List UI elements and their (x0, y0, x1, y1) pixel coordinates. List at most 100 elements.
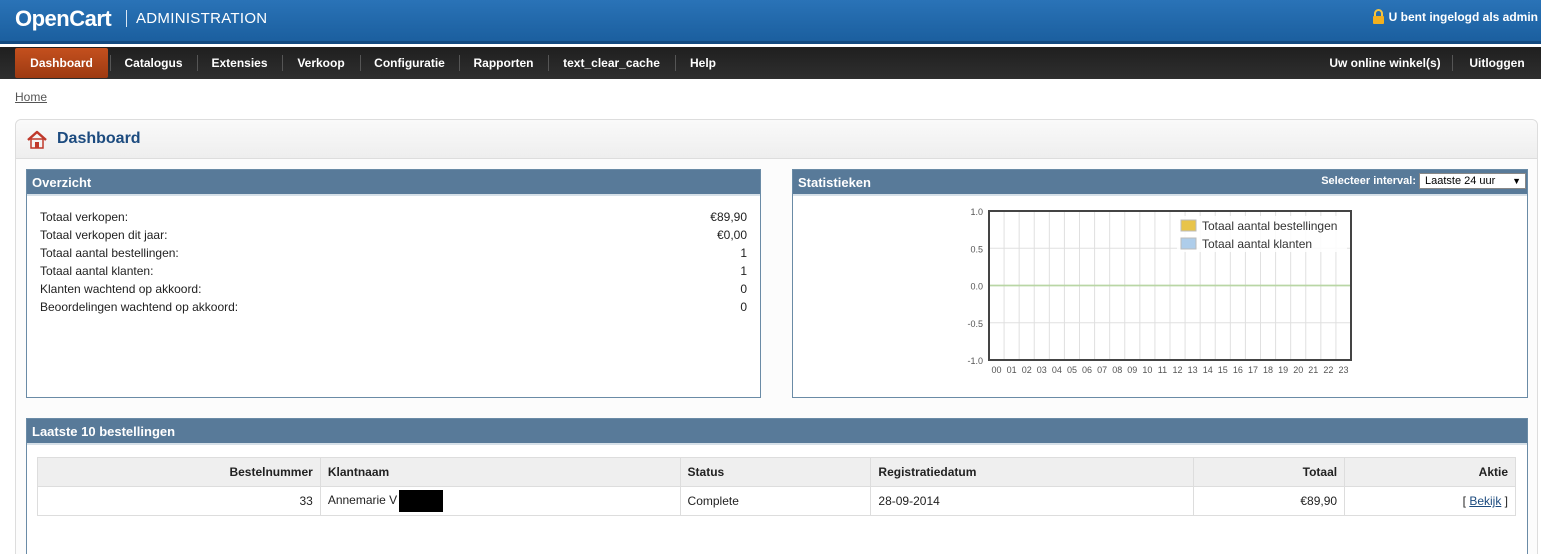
x-tick-label: 11 (1158, 365, 1167, 375)
order-total: €89,90 (1193, 486, 1346, 516)
overview-value: €0,00 (716, 228, 747, 242)
x-tick-label: 23 (1338, 365, 1348, 375)
lock-icon (1372, 9, 1384, 24)
x-tick-label: 17 (1248, 365, 1258, 375)
overview-panel: Overzicht Totaal verkopen: €89,90 Totaal… (26, 169, 761, 398)
order-status: Complete (679, 486, 872, 516)
home-icon (27, 130, 47, 149)
x-tick-label: 04 (1052, 365, 1062, 375)
y-tick-label: -1.0 (967, 356, 983, 366)
x-tick-label: 08 (1112, 365, 1122, 375)
overview-label: Beoordelingen wachtend op akkoord: (40, 300, 239, 314)
menu-divider (110, 55, 111, 71)
orders-table: Bestelnummer Klantnaam Status Registrati… (37, 457, 1516, 516)
menu-clear-cache[interactable]: text_clear_cache (550, 48, 673, 78)
column-header-date[interactable]: Registratiedatum (870, 457, 1195, 487)
dashboard-box: Dashboard Overzicht Totaal verkopen: €89… (15, 119, 1538, 554)
x-tick-label: 12 (1173, 365, 1183, 375)
x-tick-label: 19 (1278, 365, 1288, 375)
menu-verkoop[interactable]: Verkoop (284, 48, 358, 78)
x-tick-label: 20 (1293, 365, 1303, 375)
table-row: 33 Annemarie V Complete 28-09-2014 €89,9… (37, 486, 1516, 516)
logo[interactable]: OpenCart (15, 6, 112, 32)
x-tick-label: 02 (1022, 365, 1032, 375)
overview-title: Overzicht (27, 170, 760, 196)
menu-divider (548, 55, 549, 71)
table-header-row: Bestelnummer Klantnaam Status Registrati… (37, 457, 1516, 487)
order-date: 28-09-2014 (870, 486, 1195, 516)
admin-subtitle: ADMINISTRATION (136, 10, 268, 27)
overview-label: Klanten wachtend op akkoord: (40, 282, 202, 296)
column-header-order-id[interactable]: Bestelnummer (37, 457, 321, 487)
action-cell: [ Bekijk ] (1344, 486, 1516, 516)
overview-value: €89,90 (710, 210, 747, 224)
orders-title: Laatste 10 bestellingen (27, 419, 1527, 445)
menu-divider (282, 55, 283, 71)
view-order-link[interactable]: Bekijk (1469, 494, 1501, 508)
main-menu: Dashboard Catalogus Extensies Verkoop Co… (0, 47, 1541, 79)
logo-divider (126, 10, 127, 27)
x-tick-label: 16 (1233, 365, 1243, 375)
menu-catalogus[interactable]: Catalogus (112, 48, 195, 78)
legend-swatch (1180, 237, 1197, 250)
menu-divider (1452, 55, 1453, 71)
overview-label: Totaal verkopen: (40, 210, 129, 224)
menu-divider (197, 55, 198, 71)
x-tick-label: 03 (1037, 365, 1047, 375)
menu-divider (459, 55, 460, 71)
x-tick-label: 22 (1323, 365, 1333, 375)
x-tick-label: 18 (1263, 365, 1273, 375)
customer-name: Annemarie V (327, 493, 398, 508)
page-title: Dashboard (57, 130, 141, 147)
redaction-box (399, 490, 444, 512)
customer-cell: Annemarie V (319, 486, 681, 516)
overview-label: Totaal verkopen dit jaar: (40, 228, 168, 242)
legend-label: Totaal aantal klanten (1202, 237, 1312, 251)
menu-logout[interactable]: Uitloggen (1458, 48, 1536, 78)
orders-panel: Laatste 10 bestellingen Bestelnummer Kla… (26, 418, 1528, 554)
overview-value: 0 (740, 300, 747, 314)
legend-label: Totaal aantal bestellingen (1202, 219, 1337, 233)
x-tick-label: 05 (1067, 365, 1077, 375)
overview-label: Totaal aantal bestellingen: (40, 246, 179, 260)
login-text: U bent ingelogd als admin (1388, 9, 1538, 24)
overview-value: 0 (740, 282, 747, 296)
x-tick-label: 13 (1188, 365, 1198, 375)
column-header-action: Aktie (1344, 457, 1516, 487)
dashboard-heading: Dashboard (16, 120, 1537, 159)
y-tick-label: 1.0 (970, 207, 983, 217)
x-tick-label: 21 (1308, 365, 1318, 375)
x-tick-label: 14 (1203, 365, 1213, 375)
menu-extensies[interactable]: Extensies (199, 48, 280, 78)
menu-dashboard[interactable]: Dashboard (15, 48, 108, 78)
legend-swatch (1180, 219, 1197, 232)
breadcrumb-home[interactable]: Home (15, 90, 47, 104)
header: OpenCart ADMINISTRATION U bent ingelogd … (0, 0, 1541, 44)
overview-value: 1 (740, 264, 747, 278)
x-tick-label: 09 (1127, 365, 1137, 375)
menu-configuratie[interactable]: Configuratie (362, 48, 457, 78)
x-tick-label: 06 (1082, 365, 1092, 375)
menu-divider (360, 55, 361, 71)
menu-help[interactable]: Help (677, 48, 729, 78)
y-tick-label: -0.5 (967, 319, 983, 329)
overview-label: Totaal aantal klanten: (40, 264, 154, 278)
column-header-status[interactable]: Status (679, 457, 872, 487)
x-tick-label: 15 (1218, 365, 1228, 375)
menu-online-store[interactable]: Uw online winkel(s) (1322, 48, 1448, 78)
statistics-panel: Statistieken Selecteer interval: Laatste… (792, 169, 1528, 398)
menu-rapporten[interactable]: Rapporten (461, 48, 546, 78)
statistics-chart: 1.0 0.5 0.0 -0.5 -1.0 00 01 02 03 04 05 06 07 08 09 10 1… (967, 207, 1352, 375)
order-id: 33 (37, 486, 321, 516)
x-tick-label: 10 (1142, 365, 1152, 375)
x-tick-label: 00 (992, 365, 1002, 375)
overview-value: 1 (740, 246, 747, 260)
y-tick-label: 0.0 (970, 282, 983, 292)
y-tick-label: 0.5 (970, 244, 983, 254)
column-header-customer[interactable]: Klantnaam (319, 457, 681, 487)
x-tick-label: 01 (1007, 365, 1017, 375)
column-header-total[interactable]: Totaal (1193, 457, 1346, 487)
login-info: U bent ingelogd als admin (1372, 9, 1538, 24)
menu-divider (675, 55, 676, 71)
x-tick-label: 07 (1097, 365, 1107, 375)
